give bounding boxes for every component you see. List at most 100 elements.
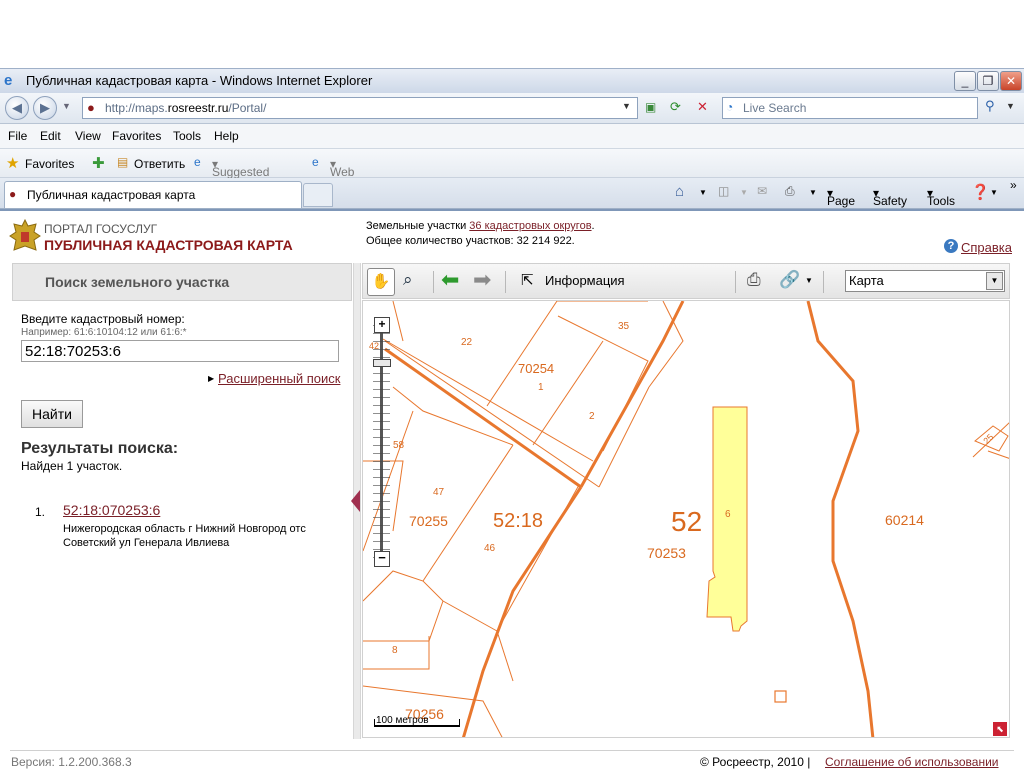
close-window-button[interactable]: ✕ <box>1000 71 1022 91</box>
select-chevron-down-icon: ▼ <box>986 272 1003 290</box>
link-icon[interactable]: 🔗 <box>779 270 800 290</box>
window-titlebar: e Публичная кадастровая карта - Windows … <box>0 68 1024 94</box>
map-label: 1 <box>538 382 544 393</box>
forward-extent-arrow-icon[interactable]: ➡ <box>473 267 491 293</box>
ie-logo-icon: e <box>4 72 13 89</box>
help-icon[interactable]: ? <box>944 239 958 253</box>
minimize-button[interactable]: _ <box>954 71 976 91</box>
favorites-bar: ★ Favorites ✚ ▤ Ответить e Suggested Sit… <box>0 149 1024 207</box>
menu-view[interactable]: View <box>75 129 101 143</box>
suggested-sites-link[interactable]: Suggested Sites ▾ <box>212 157 269 193</box>
page-menu[interactable]: Page ▾ <box>827 186 855 208</box>
search-options-icon[interactable]: ▼ <box>1006 101 1015 111</box>
advanced-search-link[interactable]: Расширенный поиск <box>218 371 340 386</box>
stop-icon[interactable]: ✕ <box>697 99 708 115</box>
history-dropdown-icon[interactable]: ▼ <box>62 101 71 111</box>
map-label: 22 <box>461 337 473 348</box>
result-link[interactable]: 52:18:070253:6 <box>63 502 160 518</box>
home-dropdown-icon[interactable]: ▼ <box>699 188 707 197</box>
new-tab-button[interactable] <box>303 183 333 207</box>
search-panel-header: Поиск земельного участка <box>12 263 352 301</box>
map-label: 52 <box>671 506 702 537</box>
add-favorite-icon[interactable]: ✚ <box>92 154 105 172</box>
tab-kadastr[interactable]: ● Публичная кадастровая карта <box>4 181 302 208</box>
refresh-icon[interactable]: ⟳ <box>670 99 681 115</box>
help-dropdown-icon[interactable]: ▼ <box>990 188 998 197</box>
safety-menu-label: Safety <box>873 194 908 208</box>
zoom-in-button[interactable]: + <box>374 317 390 333</box>
url-dropdown-icon[interactable]: ▼ <box>622 101 631 111</box>
safety-menu[interactable]: Safety ▾ <box>873 186 907 208</box>
reply-link[interactable]: Ответить <box>134 157 185 171</box>
zoom-out-button[interactable]: − <box>374 551 390 567</box>
map-type-value: Карта <box>849 273 884 288</box>
chevron-more-icon[interactable]: » <box>1010 178 1017 192</box>
site-favicon-icon: ● <box>87 100 95 115</box>
map-label: 35 <box>618 321 630 332</box>
menu-bar: File Edit View Favorites Tools Help <box>0 124 1024 149</box>
feeds-dropdown-icon[interactable]: ▼ <box>740 188 748 197</box>
pan-hand-icon[interactable]: ✋ <box>367 268 395 296</box>
feeds-icon[interactable]: ◫ <box>718 184 729 198</box>
print-map-icon[interactable]: ⎙ <box>747 270 761 290</box>
suggested-sites-icon: e <box>194 155 201 169</box>
link-dropdown-icon[interactable]: ▼ <box>805 276 813 285</box>
districts-link[interactable]: 36 кадастровых округов <box>469 220 591 232</box>
search-icon[interactable]: ⚲ <box>985 98 995 114</box>
arrow-right-icon: ▶ <box>208 374 215 383</box>
map-view[interactable]: 22 35 70254 1 2 42 58 47 70255 52:18 46 … <box>362 300 1010 738</box>
url-path: /Portal/ <box>228 101 267 115</box>
favorites-button[interactable]: Favorites <box>25 157 74 171</box>
web-slice-icon: e <box>312 155 319 169</box>
map-label: 2 <box>589 411 595 422</box>
agreement-link[interactable]: Соглашение об использовании <box>825 755 999 769</box>
stats-prefix: Земельные участки <box>366 220 467 232</box>
find-button[interactable]: Найти <box>21 400 83 428</box>
back-extent-arrow-icon[interactable]: ⬅ <box>441 267 459 293</box>
search-panel-title: Поиск земельного участка <box>45 274 230 290</box>
menu-tools[interactable]: Tools <box>173 129 201 143</box>
toolbar-divider <box>433 271 434 293</box>
url-prefix: http://maps. <box>105 101 168 115</box>
menu-favorites[interactable]: Favorites <box>112 129 161 143</box>
compat-view-icon[interactable]: ▣ <box>645 100 656 114</box>
help-circle-icon[interactable]: ❓ <box>971 183 990 201</box>
menu-help[interactable]: Help <box>214 129 239 143</box>
stats-line-1: Земельные участки 36 кадастровых округов… <box>366 220 595 232</box>
zoom-box-icon[interactable]: ⌕ <box>403 270 413 290</box>
version-label: Версия: 1.2.200.368.3 <box>11 755 132 769</box>
menu-edit[interactable]: Edit <box>40 129 61 143</box>
url-field[interactable]: ● http://maps.rosreestr.ru/Portal/ <box>82 97 638 119</box>
collapse-panel-icon[interactable] <box>351 490 360 512</box>
map-label: 8 <box>392 645 398 656</box>
info-cursor-icon[interactable]: ⇱ <box>521 271 534 289</box>
map-label: 70253 <box>647 545 686 561</box>
map-canvas[interactable]: 22 35 70254 1 2 42 58 47 70255 52:18 46 … <box>363 301 1010 738</box>
info-tool-label[interactable]: Информация <box>545 273 625 288</box>
map-label: 70255 <box>409 513 448 529</box>
live-search-logo-icon: ◔ <box>726 100 734 114</box>
portal-label: ПОРТАЛ ГОСУСЛУГ <box>44 222 158 236</box>
live-search-input[interactable]: ◔ Live Search <box>722 97 978 119</box>
map-type-select[interactable]: Карта ▼ <box>845 270 1005 292</box>
copyright-label: © Росреестр, 2010 | <box>700 755 811 769</box>
maximize-button[interactable]: ❐ <box>977 71 999 91</box>
overview-map-icon[interactable]: ⬉ <box>993 722 1007 736</box>
web-slice-link[interactable]: Web Slice Gallery ▾ <box>330 157 368 207</box>
result-number: 1. <box>35 505 46 519</box>
live-search-placeholder: Live Search <box>743 101 807 115</box>
print-dropdown-icon[interactable]: ▼ <box>809 188 817 197</box>
tools-menu[interactable]: Tools ▾ <box>927 186 955 208</box>
cadastral-number-input[interactable]: 52:18:70253:6 <box>21 340 339 362</box>
window-title: Публичная кадастровая карта - Windows In… <box>26 73 373 88</box>
back-button[interactable]: ◀ <box>5 96 29 120</box>
map-label: 52:18 <box>493 510 543 532</box>
print-icon[interactable]: ⎙ <box>785 184 795 199</box>
zoom-slider-handle[interactable] <box>373 359 391 367</box>
favorites-star-icon[interactable]: ★ <box>6 154 19 172</box>
mail-icon[interactable]: ✉ <box>757 184 767 198</box>
forward-button[interactable]: ▶ <box>33 96 57 120</box>
help-link[interactable]: Справка <box>961 240 1012 255</box>
home-icon[interactable]: ⌂ <box>675 183 684 200</box>
menu-file[interactable]: File <box>8 129 27 143</box>
